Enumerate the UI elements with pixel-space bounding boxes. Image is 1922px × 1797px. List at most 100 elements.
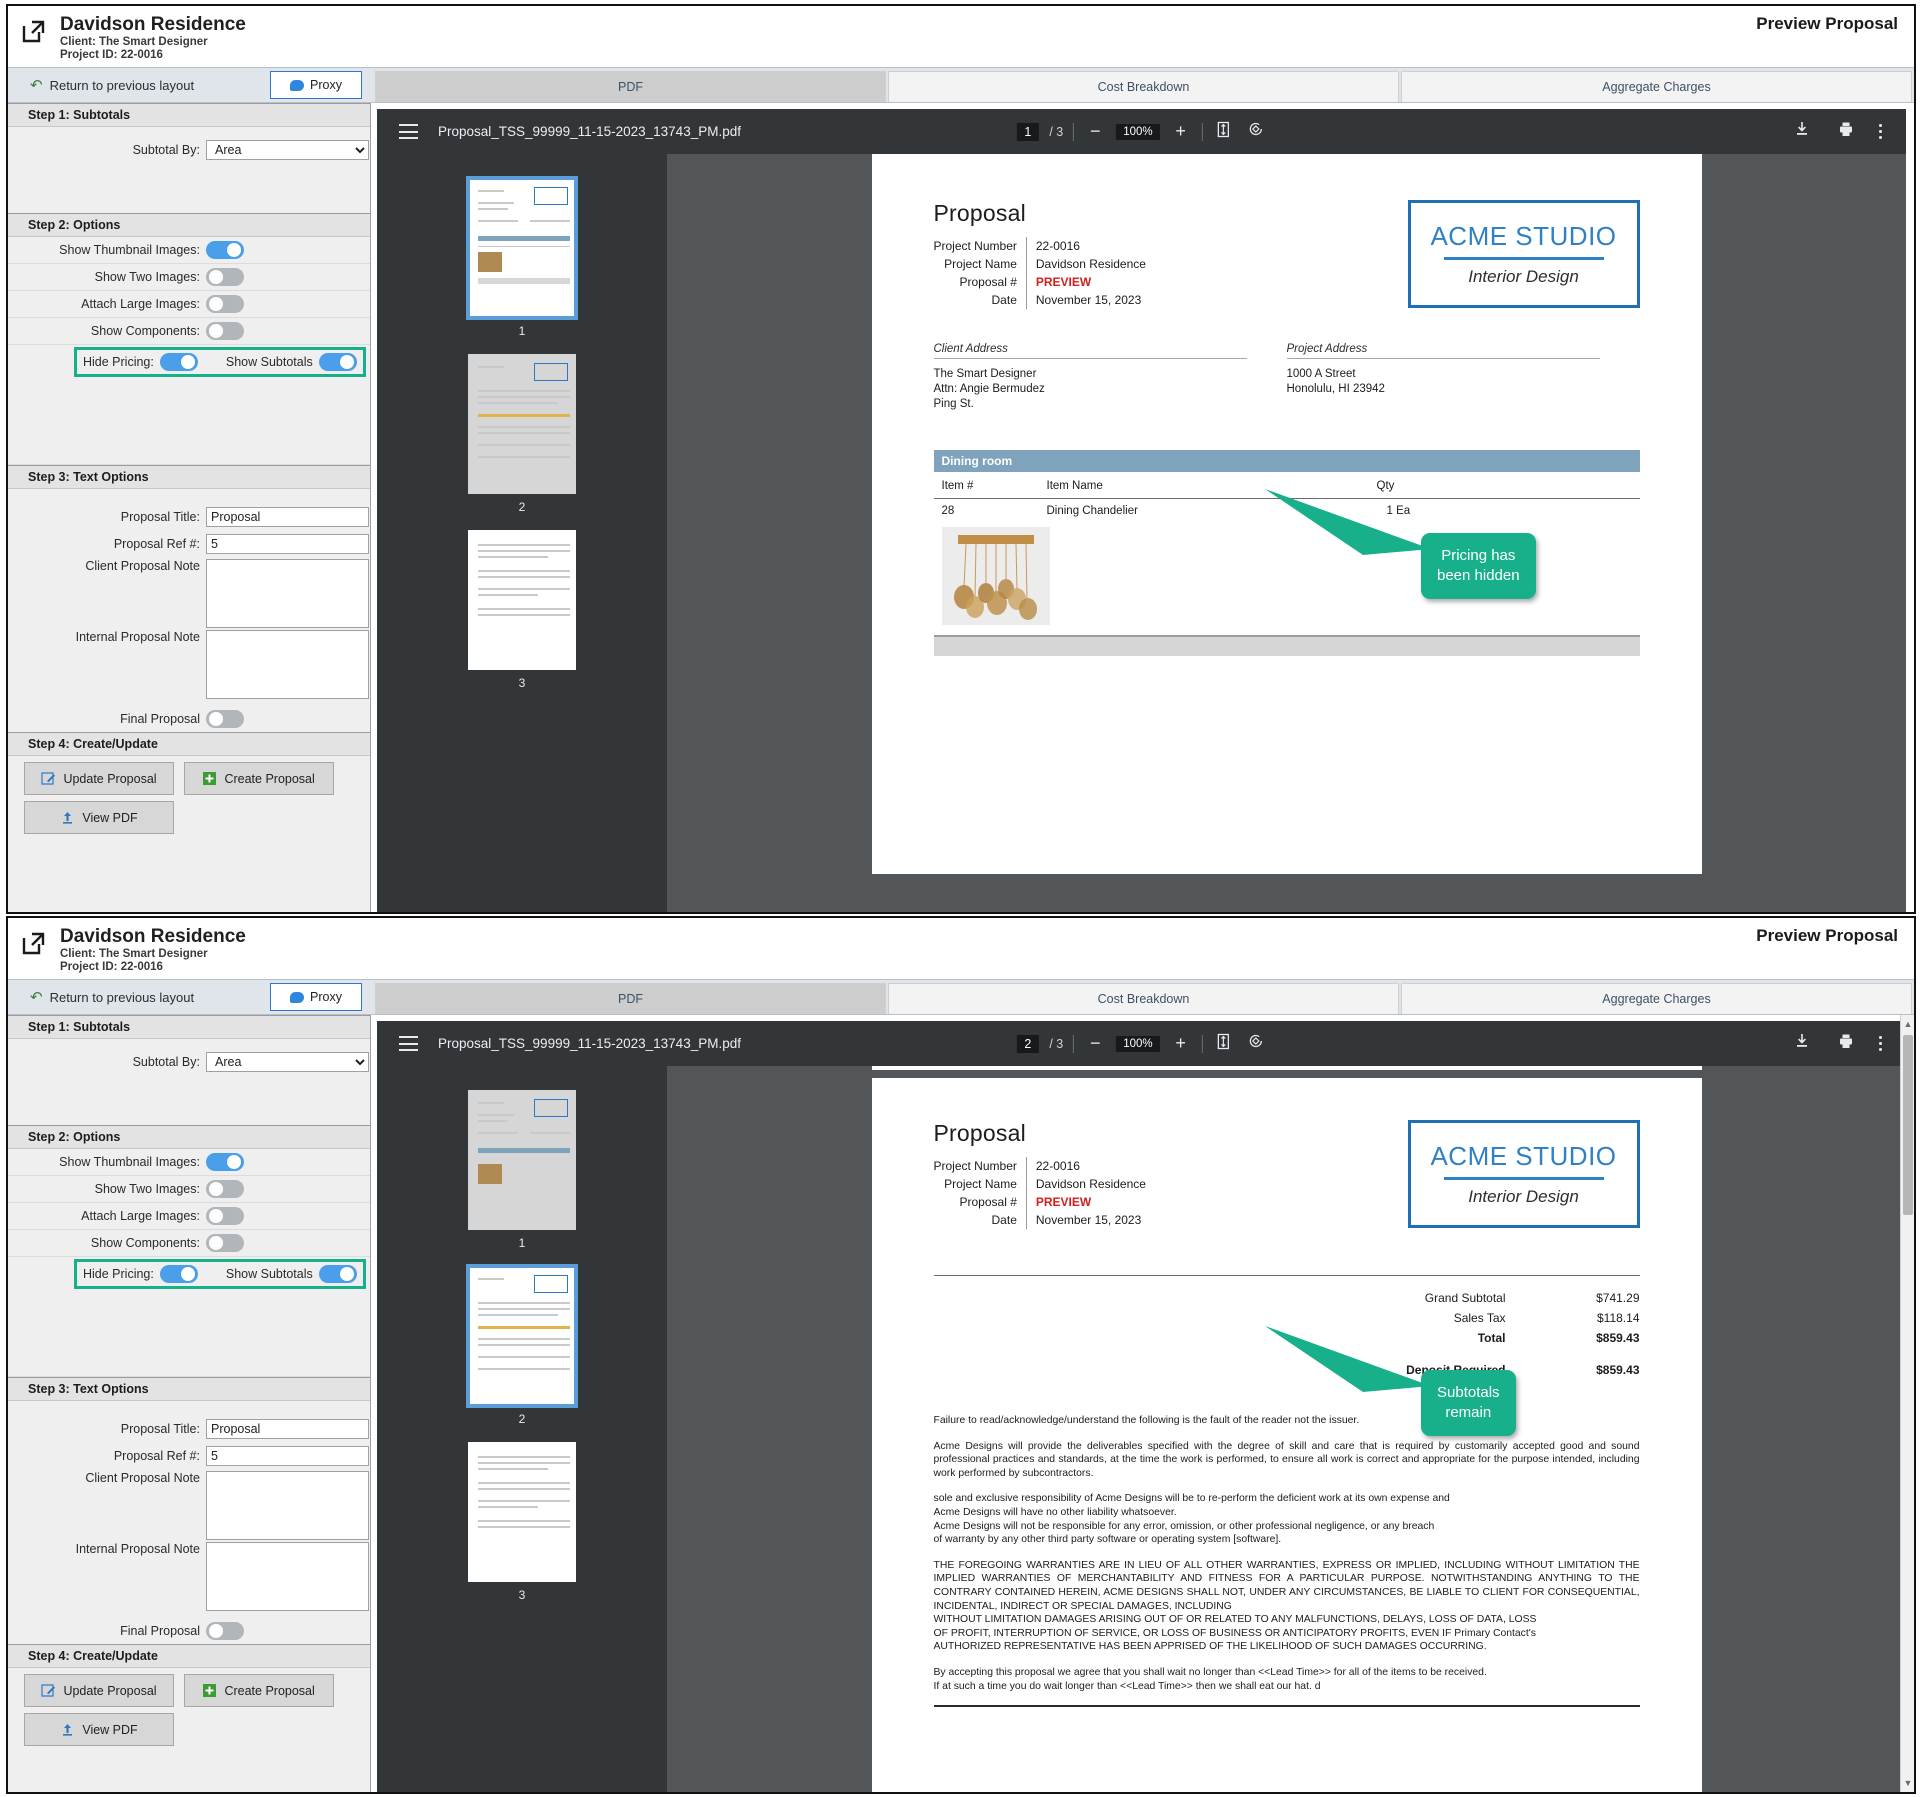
client-proposal-note-textarea[interactable] (206, 1471, 369, 1540)
attach-large-images-toggle[interactable] (206, 295, 244, 313)
proposal-ref-input[interactable] (206, 533, 369, 554)
attach-large-images-toggle[interactable] (206, 1207, 244, 1225)
proxy-button[interactable]: Proxy (270, 71, 362, 99)
show-two-images-toggle[interactable] (206, 268, 244, 286)
more-options-icon[interactable] (1879, 1036, 1882, 1051)
tab-aggregate-charges[interactable]: Aggregate Charges (1401, 983, 1912, 1014)
show-subtotals-toggle[interactable] (318, 353, 357, 371)
show-thumbnail-images-toggle[interactable] (206, 1153, 244, 1171)
zoom-in-button[interactable]: + (1170, 121, 1192, 142)
thumbnail-page-3[interactable] (468, 1442, 576, 1582)
external-link-icon[interactable] (20, 930, 46, 956)
show-thumbnail-images-label: Show Thumbnail Images: (59, 243, 200, 257)
option-row-show-thumbnail-images: Show Thumbnail Images: (8, 1149, 370, 1176)
thumbnail-page-3[interactable] (468, 530, 576, 670)
thumbnail-item[interactable]: 2 (377, 354, 667, 514)
thumbnail-item[interactable]: 3 (377, 1442, 667, 1602)
pdf-filename: Proposal_TSS_99999_11-15-2023_13743_PM.p… (438, 1036, 741, 1051)
download-icon[interactable] (1791, 121, 1813, 142)
show-subtotals-toggle[interactable] (318, 1265, 357, 1283)
zoom-level-value[interactable]: 100% (1116, 1035, 1160, 1052)
internal-proposal-note-textarea[interactable] (206, 630, 369, 699)
subtotal-by-select[interactable]: Area (206, 140, 369, 160)
project-address-block: Project Address 1000 A Street Honolulu, … (1286, 343, 1640, 412)
create-proposal-button[interactable]: Create Proposal (183, 762, 334, 795)
chat-bubble-icon (290, 79, 305, 91)
final-proposal-toggle[interactable] (206, 709, 244, 728)
more-options-icon[interactable] (1879, 124, 1882, 139)
sidebar-toggle-icon[interactable] (399, 124, 418, 139)
zoom-in-button[interactable]: + (1170, 1033, 1192, 1054)
project-address-header: Project Address (1286, 343, 1600, 359)
proposal-title-input[interactable] (206, 506, 369, 527)
pdf-page-scroll-bottom[interactable]: Proposal Project Number 22-0016 Project … (667, 1066, 1906, 1792)
add-icon (202, 1683, 217, 1698)
client-proposal-note-textarea[interactable] (206, 559, 369, 628)
subtotal-by-row: Subtotal By: Area (8, 1039, 370, 1085)
page-number-input[interactable]: 2 (1016, 1034, 1040, 1053)
update-proposal-button[interactable]: Update Proposal (24, 1674, 174, 1707)
view-pdf-button[interactable]: View PDF (24, 1713, 174, 1746)
final-proposal-toggle[interactable] (206, 1621, 244, 1640)
print-icon[interactable] (1835, 1033, 1857, 1054)
show-thumbnail-images-toggle[interactable] (206, 241, 244, 259)
download-icon[interactable] (1791, 1033, 1813, 1054)
thumbnail-page-1[interactable] (466, 176, 578, 320)
hide-pricing-label: Hide Pricing: (83, 355, 154, 369)
logo-company-name: ACME STUDIO (1430, 221, 1617, 252)
pdf-vertical-scrollbar[interactable]: ▲ ▼ (1900, 1015, 1914, 1792)
tab-cost-breakdown-label: Cost Breakdown (1097, 80, 1190, 94)
fit-page-icon[interactable] (1213, 121, 1235, 143)
internal-proposal-note-textarea[interactable] (206, 1542, 369, 1611)
show-components-toggle[interactable] (206, 1234, 244, 1252)
option-row-show-two-images: Show Two Images: (8, 1176, 370, 1203)
rotate-icon[interactable] (1245, 120, 1267, 143)
tab-cost-breakdown[interactable]: Cost Breakdown (888, 71, 1399, 102)
subtotal-by-select[interactable]: Area (206, 1052, 369, 1072)
zoom-out-button[interactable]: − (1084, 1033, 1106, 1054)
print-icon[interactable] (1835, 121, 1857, 142)
zoom-out-button[interactable]: − (1084, 121, 1106, 142)
page-number-input[interactable]: 1 (1016, 122, 1040, 141)
section-total-strip (933, 635, 1640, 656)
show-components-toggle[interactable] (206, 322, 244, 340)
create-proposal-button[interactable]: Create Proposal (183, 1674, 334, 1707)
thumbnail-page-1[interactable] (468, 1090, 576, 1230)
pdf-toolbar-center: 2 / 3 − 100% + (1016, 1032, 1266, 1055)
divider (1073, 122, 1075, 141)
fit-page-icon[interactable] (1213, 1033, 1235, 1055)
sidebar-toggle-icon[interactable] (399, 1036, 418, 1051)
hide-pricing-toggle[interactable] (159, 353, 198, 371)
meta-value: 22-0016 (1035, 239, 1080, 253)
external-link-icon[interactable] (20, 18, 46, 44)
rotate-icon[interactable] (1245, 1032, 1267, 1055)
undo-arrow-icon: ↶ (30, 77, 43, 94)
scrollbar-thumb[interactable] (1903, 1035, 1913, 1215)
zoom-level-value[interactable]: 100% (1116, 123, 1160, 140)
tab-cost-breakdown[interactable]: Cost Breakdown (888, 983, 1399, 1014)
proposal-ref-input[interactable] (206, 1445, 369, 1466)
page-bottom-rule (933, 1705, 1640, 1708)
tab-aggregate-charges[interactable]: Aggregate Charges (1401, 71, 1912, 102)
hide-pricing-toggle[interactable] (159, 1265, 198, 1283)
proxy-button[interactable]: Proxy (270, 983, 362, 1011)
return-to-previous-layout-button[interactable]: ↶ Return to previous layout (8, 980, 270, 1014)
scroll-down-arrow-icon[interactable]: ▼ (1901, 1776, 1914, 1790)
thumbnail-item[interactable]: 1 (377, 176, 667, 338)
view-pdf-button[interactable]: View PDF (24, 801, 174, 834)
thumbnail-item[interactable]: 2 (377, 1264, 667, 1426)
show-two-images-toggle[interactable] (206, 1180, 244, 1198)
thumbnail-item[interactable]: 3 (377, 530, 667, 690)
meta-label: Date (933, 291, 1027, 309)
thumbnail-page-2[interactable] (466, 1264, 578, 1408)
thumbnail-page-2[interactable] (468, 354, 576, 494)
thumbnail-page-number: 2 (518, 1412, 526, 1426)
tab-pdf[interactable]: PDF (375, 983, 886, 1014)
scroll-up-arrow-icon[interactable]: ▲ (1901, 1017, 1914, 1031)
proposal-ref-row: Proposal Ref #: (8, 530, 370, 557)
update-proposal-button[interactable]: Update Proposal (24, 762, 174, 795)
tab-pdf[interactable]: PDF (375, 71, 886, 102)
return-to-previous-layout-button[interactable]: ↶ Return to previous layout (8, 68, 270, 102)
proposal-title-input[interactable] (206, 1418, 369, 1439)
thumbnail-item[interactable]: 1 (377, 1090, 667, 1250)
